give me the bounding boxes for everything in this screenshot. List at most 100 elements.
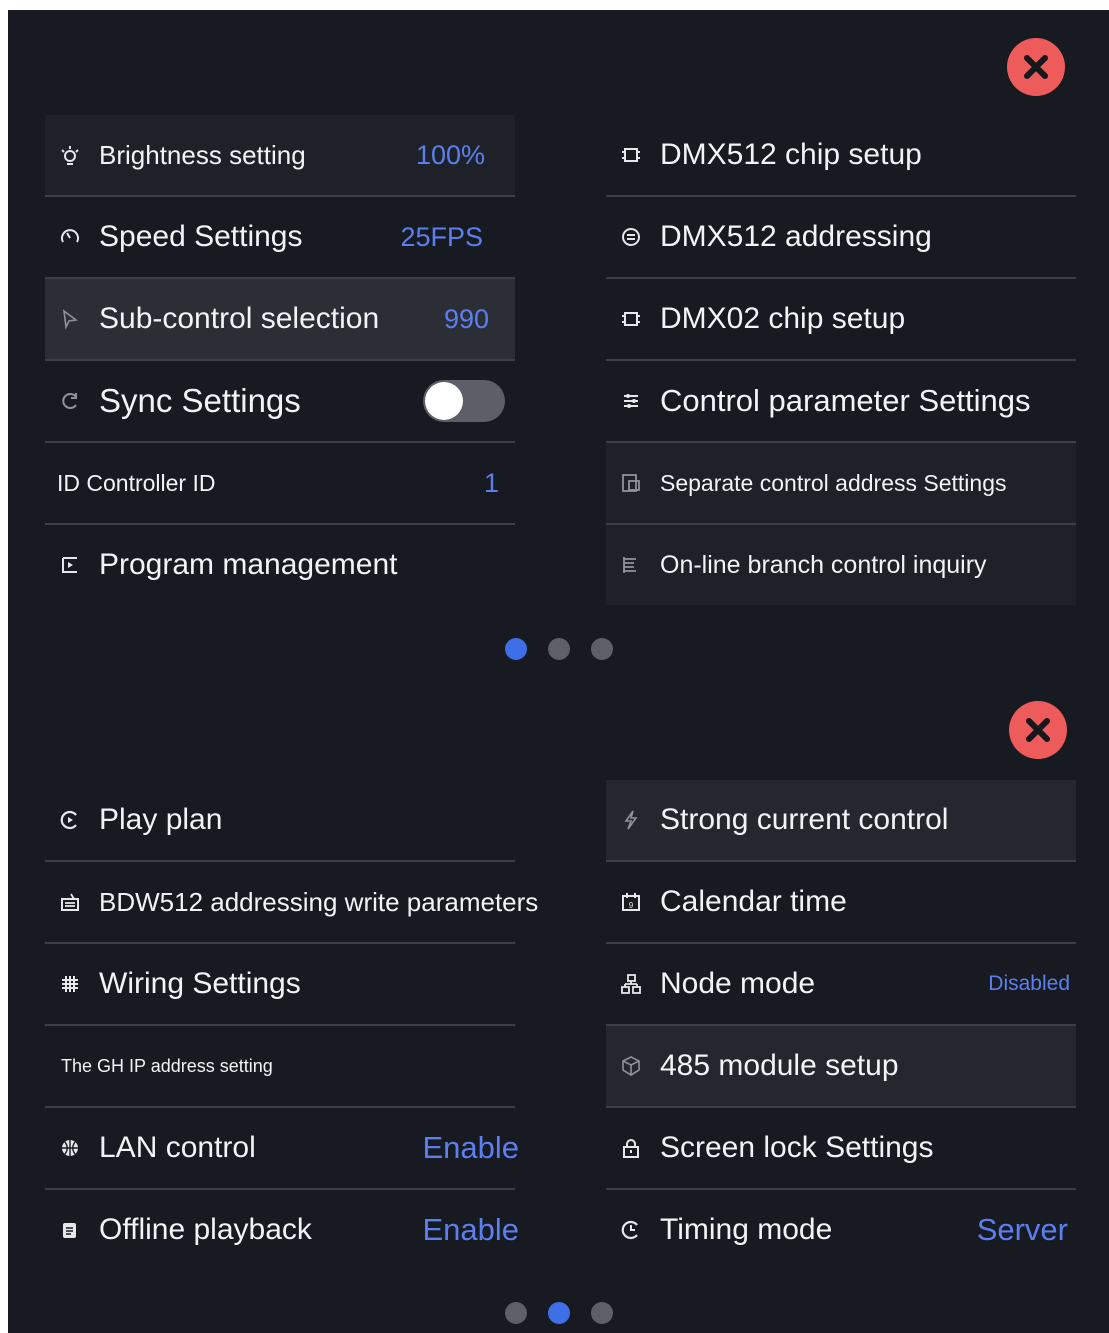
cube-icon	[618, 1053, 644, 1079]
offline-playback-item[interactable]: Offline playback Enable	[45, 1190, 519, 1270]
node-mode-value: Disabled	[988, 972, 1070, 995]
module-485-setup-label: 485 module setup	[660, 1049, 899, 1082]
panel2-right-column: Strong current control 9 Calendar time N…	[606, 780, 1076, 1270]
settings-panel-page-2: Play plan BDW512 addressing write parame…	[8, 690, 1109, 1333]
separate-control-address-item[interactable]: Separate control address Settings	[606, 443, 1076, 525]
brightness-icon	[57, 142, 83, 168]
lan-control-value: Enable	[422, 1130, 519, 1165]
timing-mode-value: Server	[976, 1212, 1068, 1247]
addressing-icon	[618, 224, 644, 250]
sub-control-selection-item[interactable]: Sub-control selection 990	[45, 279, 515, 361]
dmx512-addressing-item[interactable]: DMX512 addressing	[606, 197, 1076, 279]
offline-playback-value: Enable	[422, 1212, 519, 1247]
clock-icon	[618, 1217, 644, 1243]
sub-control-selection-label: Sub-control selection	[99, 302, 380, 335]
gh-ip-address-label: The GH IP address setting	[61, 1055, 273, 1076]
panel1-right-column: DMX512 chip setup DMX512 addressing DMX0…	[606, 115, 1076, 605]
calendar-time-label: Calendar time	[660, 885, 847, 918]
screen-lock-settings-item[interactable]: Screen lock Settings	[606, 1108, 1076, 1190]
brightness-value: 100%	[415, 139, 485, 170]
close-icon	[1024, 55, 1048, 79]
dmx512-chip-setup-item[interactable]: DMX512 chip setup	[606, 115, 1076, 197]
settings-panel-page-1: Brightness setting 100% Speed Settings 2…	[8, 10, 1109, 690]
control-parameter-settings-label: Control parameter Settings	[660, 383, 1031, 418]
strong-current-control-label: Strong current control	[660, 803, 949, 836]
list-query-icon	[618, 552, 644, 578]
lan-control-item[interactable]: LAN control Enable	[45, 1108, 519, 1190]
online-branch-inquiry-item[interactable]: On-line branch control inquiry	[606, 525, 1076, 605]
dmx02-chip-setup-item[interactable]: DMX02 chip setup	[606, 279, 1076, 361]
sync-icon	[57, 388, 83, 414]
gh-ip-address-item[interactable]: The GH IP address setting	[45, 1026, 515, 1108]
brightness-setting-item[interactable]: Brightness setting 100%	[45, 115, 515, 197]
node-mode-item[interactable]: Node mode Disabled	[606, 944, 1076, 1026]
speed-settings-item[interactable]: Speed Settings 25FPS	[45, 197, 515, 279]
page-dot-1[interactable]	[504, 638, 527, 660]
brightness-setting-label: Brightness setting	[99, 139, 306, 170]
program-management-label: Program management	[99, 548, 398, 581]
module-485-setup-item[interactable]: 485 module setup	[606, 1026, 1076, 1108]
svg-text:9: 9	[629, 901, 634, 910]
dmx512-addressing-label: DMX512 addressing	[660, 220, 932, 253]
timing-mode-item[interactable]: Timing mode Server	[606, 1190, 1076, 1270]
address-card-icon	[618, 470, 644, 496]
page-dot-3[interactable]	[590, 1302, 613, 1324]
speed-settings-label: Speed Settings	[99, 220, 303, 253]
dmx512-chip-setup-label: DMX512 chip setup	[660, 138, 922, 171]
controller-id-label: ID Controller ID	[57, 469, 216, 496]
program-management-item[interactable]: Program management	[45, 525, 515, 605]
bdw512-write-parameters-label: BDW512 addressing write parameters	[99, 886, 539, 917]
play-plan-label: Play plan	[99, 803, 223, 836]
chip-icon	[618, 306, 644, 332]
chip-icon	[618, 142, 644, 168]
sync-settings-item[interactable]: Sync Settings	[45, 361, 515, 443]
write-parameters-icon	[57, 889, 83, 915]
offline-icon	[57, 1217, 83, 1243]
play-plan-icon	[57, 807, 83, 833]
close-button[interactable]	[1009, 701, 1067, 759]
toggle-knob	[425, 382, 463, 420]
sub-control-value: 990	[443, 303, 489, 334]
controller-id-value: 1	[483, 467, 499, 498]
panel1-left-column: Brightness setting 100% Speed Settings 2…	[45, 115, 515, 605]
sync-toggle[interactable]	[423, 380, 505, 422]
controller-id-item[interactable]: ID Controller ID 1	[45, 443, 515, 525]
play-plan-item[interactable]: Play plan	[45, 780, 515, 862]
speed-value: 25FPS	[400, 221, 483, 252]
node-icon	[618, 971, 644, 997]
page-indicator	[8, 638, 1109, 660]
calendar-icon: 9	[618, 889, 644, 915]
lock-icon	[618, 1135, 644, 1161]
online-branch-inquiry-label: On-line branch control inquiry	[660, 550, 987, 579]
wiring-settings-item[interactable]: Wiring Settings	[45, 944, 515, 1026]
screen-lock-settings-label: Screen lock Settings	[660, 1131, 934, 1164]
dmx02-chip-setup-label: DMX02 chip setup	[660, 302, 906, 335]
close-button[interactable]	[1007, 38, 1065, 96]
node-mode-label: Node mode	[660, 967, 816, 1000]
page-dot-3[interactable]	[590, 638, 613, 660]
wiring-settings-label: Wiring Settings	[99, 967, 301, 1000]
lan-control-label: LAN control	[99, 1131, 256, 1164]
speedometer-icon	[57, 224, 83, 250]
page-dot-1[interactable]	[504, 1302, 527, 1324]
close-icon	[1026, 718, 1050, 742]
control-parameter-settings-item[interactable]: Control parameter Settings	[606, 361, 1076, 443]
page-dot-2[interactable]	[547, 1302, 570, 1324]
program-icon	[57, 552, 83, 578]
sync-settings-label: Sync Settings	[99, 382, 301, 419]
lightning-icon	[618, 807, 644, 833]
grid-icon	[57, 971, 83, 997]
settings-screen: Brightness setting 100% Speed Settings 2…	[8, 10, 1109, 1333]
separate-control-address-label: Separate control address Settings	[660, 469, 1007, 496]
globe-icon	[57, 1135, 83, 1161]
sliders-icon	[618, 388, 644, 414]
strong-current-control-item[interactable]: Strong current control	[606, 780, 1076, 862]
timing-mode-label: Timing mode	[660, 1213, 833, 1246]
offline-playback-label: Offline playback	[99, 1213, 312, 1246]
panel2-left-column: Play plan BDW512 addressing write parame…	[45, 780, 538, 1270]
calendar-time-item[interactable]: 9 Calendar time	[606, 862, 1076, 944]
pointer-icon	[57, 306, 83, 332]
bdw512-write-parameters-item[interactable]: BDW512 addressing write parameters	[45, 862, 538, 944]
page-indicator	[8, 1302, 1109, 1324]
page-dot-2[interactable]	[547, 638, 570, 660]
